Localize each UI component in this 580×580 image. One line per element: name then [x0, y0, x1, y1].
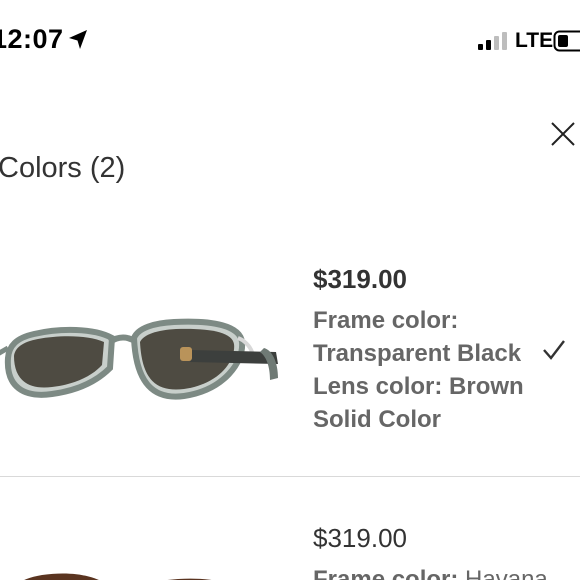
product-info: $319.00 Frame color: Havana — [313, 523, 548, 580]
checkmark-icon — [543, 340, 565, 360]
close-icon[interactable] — [549, 120, 577, 148]
frame-color-value: Transparent Black — [313, 340, 522, 367]
sunglasses-image-havana[interactable] — [0, 545, 284, 580]
price: $319.00 — [313, 523, 407, 553]
status-bar: 12:07 LTE — [0, 0, 580, 80]
lens-color-value: Solid Color — [313, 406, 441, 433]
lens-color-label: Lens color: Brown — [313, 373, 524, 400]
frame-color-label: Frame color: — [313, 307, 459, 334]
network-type: LTE — [515, 29, 554, 52]
product-info: $319.00 Frame color: Transparent Black L… — [313, 264, 524, 436]
price: $319.00 — [313, 264, 407, 294]
status-time: 12:07 — [0, 24, 64, 54]
color-details: Frame color: Havana — [313, 563, 548, 580]
cellular-signal-icon — [478, 32, 507, 50]
frame-color-value: Havana — [465, 566, 548, 580]
color-details: Frame color: Transparent Black Lens colo… — [313, 304, 524, 436]
color-option-havana[interactable]: $319.00 Frame color: Havana — [0, 476, 580, 580]
colors-title: Colors (2) — [0, 152, 126, 184]
battery-icon — [553, 30, 580, 52]
frame-color-label: Frame color: — [313, 566, 459, 580]
color-option-transparent-black[interactable]: $319.00 Frame color: Transparent Black L… — [0, 240, 580, 476]
sunglasses-image[interactable] — [0, 292, 284, 412]
location-arrow-icon — [69, 30, 87, 49]
